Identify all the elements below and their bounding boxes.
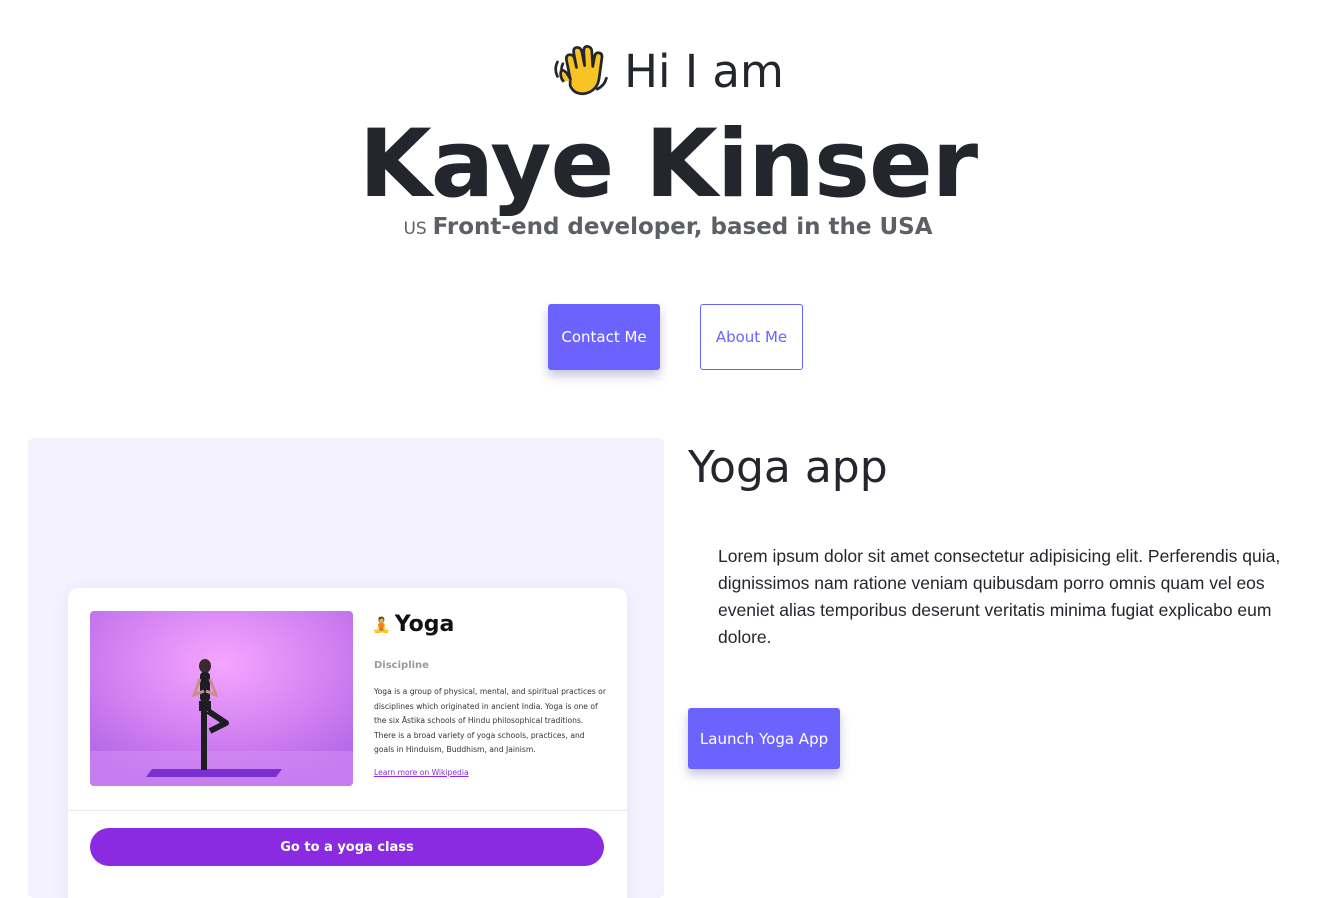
- tagline-text: Front-end developer, based in the USA: [432, 214, 933, 240]
- wikipedia-link[interactable]: Learn more on Wikipedia: [374, 768, 469, 777]
- project-title: Yoga app: [688, 442, 888, 493]
- yoga-class-button[interactable]: Go to a yoga class: [90, 828, 604, 866]
- lotus-position-icon: 🧘: [372, 615, 391, 634]
- preview-divider: [68, 810, 627, 811]
- greeting: Hi I am: [0, 42, 1336, 100]
- project-preview-card: 🧘 Yoga Discipline Yoga is a group of phy…: [28, 438, 664, 898]
- preview-title: 🧘 Yoga: [372, 612, 454, 637]
- yoga-app-preview: 🧘 Yoga Discipline Yoga is a group of phy…: [68, 588, 627, 898]
- preview-title-text: Yoga: [394, 612, 455, 637]
- us-flag-icon: US: [403, 219, 427, 239]
- hero-tagline: US Front-end developer, based in the USA: [0, 214, 1336, 240]
- project-description: Lorem ipsum dolor sit amet consectetur a…: [718, 546, 1281, 647]
- launch-yoga-app-button[interactable]: Launch Yoga App: [688, 708, 840, 769]
- preview-description: Yoga is a group of physical, mental, and…: [374, 687, 606, 754]
- greeting-text: Hi I am: [624, 44, 784, 98]
- waving-hand-icon: [554, 45, 608, 96]
- preview-subtitle: Discipline: [374, 660, 429, 671]
- about-me-button[interactable]: About Me: [700, 304, 803, 370]
- yoga-pose-image: [90, 611, 353, 786]
- contact-me-button[interactable]: Contact Me: [548, 304, 660, 370]
- hero-name: Kaye Kinser: [358, 110, 978, 219]
